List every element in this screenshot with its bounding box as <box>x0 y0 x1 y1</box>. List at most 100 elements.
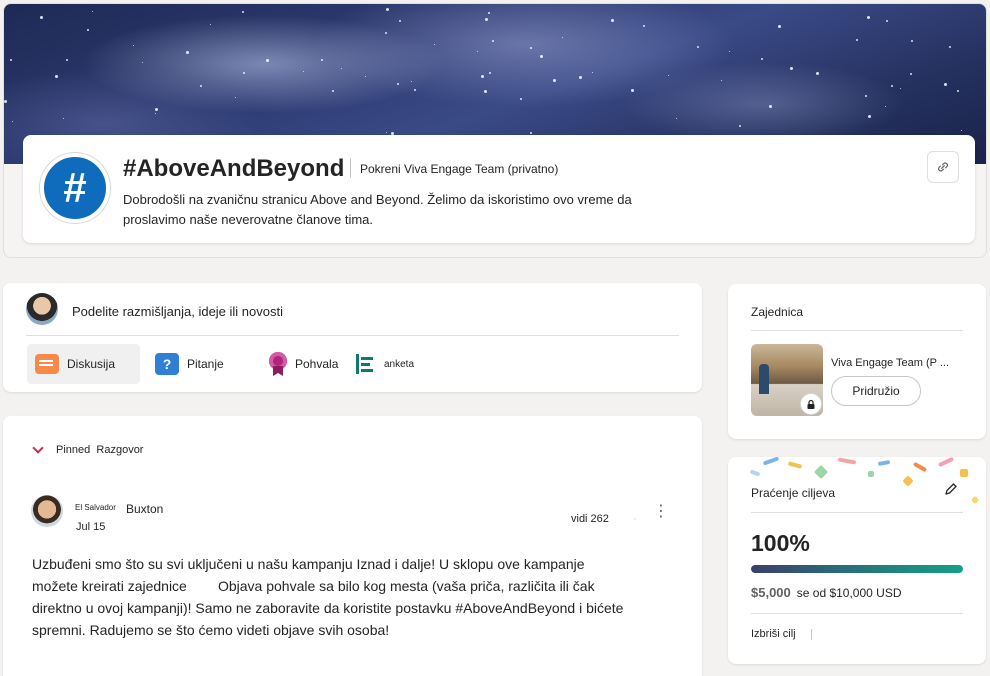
banner-star <box>266 59 269 62</box>
banner-star <box>900 88 901 89</box>
confetti-piece <box>837 457 857 465</box>
confetti-piece <box>813 464 829 480</box>
banner-star <box>411 81 412 82</box>
group-title: #AboveAndBeyond <box>123 155 345 182</box>
banner-star <box>434 44 435 45</box>
banner-star <box>721 80 722 81</box>
pencil-icon[interactable] <box>944 482 958 499</box>
banner-star <box>944 83 947 86</box>
banner-star <box>386 8 389 11</box>
confetti-piece <box>902 475 914 487</box>
delete-goal-link[interactable]: Izbriši cilj <box>751 628 796 640</box>
post-body: Uzbuđeni smo što su svi uključeni u našu… <box>32 556 628 638</box>
hash-icon: # <box>63 164 87 211</box>
banner-star <box>133 45 134 46</box>
post-type-discussion[interactable]: Diskusija <box>27 344 140 384</box>
banner-star <box>778 25 781 28</box>
post-type-label: Pitanje <box>187 357 224 371</box>
conversation-feed: Pinned Razgovor El Salvador Buxton Jul 1… <box>3 416 702 676</box>
chevron-down-icon[interactable] <box>32 442 44 454</box>
joined-button[interactable]: Pridružio <box>831 376 921 406</box>
banner-star <box>562 37 563 38</box>
goal-progress-fill <box>751 565 963 573</box>
pinned-label: Pinned <box>56 444 91 456</box>
discussion-icon <box>35 354 59 374</box>
question-icon: ? <box>155 353 179 375</box>
banner-star <box>530 132 532 134</box>
banner-star <box>200 85 202 87</box>
banner-star <box>769 105 772 108</box>
banner-star <box>856 39 858 41</box>
goal-divider-bottom <box>751 613 963 614</box>
banner-star <box>910 73 912 75</box>
group-header-card: # #AboveAndBeyond Pokreni Viva Engage Te… <box>23 135 975 243</box>
banner-star <box>885 106 886 107</box>
praise-icon <box>269 352 287 376</box>
banner-star <box>868 115 871 118</box>
confetti-piece <box>912 461 928 473</box>
title-divider <box>350 158 351 178</box>
banner-star <box>816 72 819 75</box>
banner-star <box>739 125 741 127</box>
group-subtitle[interactable]: Pokreni Viva Engage Team (privatno) <box>360 162 558 176</box>
banner-star <box>155 108 158 111</box>
banner-star <box>243 72 245 74</box>
banner-star <box>142 62 143 63</box>
banner-star <box>643 25 645 27</box>
banner-star <box>87 29 89 31</box>
banner-star <box>399 20 401 22</box>
delete-divider <box>811 629 812 640</box>
composer-divider <box>26 335 679 336</box>
community-name[interactable]: Viva Engage Team (P ... <box>831 357 949 369</box>
composer-input[interactable]: Podelite razmišljanja, ideje ili novosti <box>72 304 283 319</box>
banner-star <box>477 51 478 52</box>
banner-star <box>365 76 366 77</box>
banner-star <box>761 58 763 60</box>
banner-star <box>592 72 593 73</box>
banner-star <box>235 97 236 98</box>
banner-star <box>520 98 522 100</box>
author-avatar[interactable] <box>31 495 63 527</box>
post-type-poll[interactable]: anketa <box>356 344 414 384</box>
current-user-avatar[interactable] <box>26 293 58 325</box>
post-type-praise[interactable]: Pohvala <box>269 344 338 384</box>
banner-star <box>4 100 7 103</box>
banner-star <box>63 118 64 119</box>
confetti-piece <box>762 457 780 466</box>
goal-progress-bar <box>751 565 963 573</box>
post-date[interactable]: Jul 15 <box>76 521 105 533</box>
author-name[interactable]: Buxton <box>126 502 163 516</box>
view-count: vidi 262 <box>571 513 609 525</box>
banner-star <box>949 46 951 48</box>
group-banner: # #AboveAndBeyond Pokreni Viva Engage Te… <box>3 3 987 258</box>
banner-star <box>886 20 888 22</box>
confetti-piece <box>960 469 968 477</box>
banner-star <box>553 79 556 82</box>
banner-star <box>332 90 334 92</box>
pinned-header[interactable]: Pinned Razgovor <box>56 444 143 456</box>
banner-star <box>488 12 490 14</box>
banner-star <box>155 113 156 114</box>
banner-star <box>397 83 399 85</box>
community-divider <box>751 330 963 331</box>
community-card: Zajednica Viva Engage Team (P ... Pridru… <box>728 284 986 439</box>
goal-raised: $5,000 <box>751 585 791 600</box>
banner-star <box>790 67 793 70</box>
banner-star <box>492 40 494 42</box>
link-icon <box>938 162 948 172</box>
goal-title: Praćenje ciljeva <box>751 486 836 500</box>
goal-target: se od $10,000 USD <box>796 586 902 600</box>
conversation-label: Razgovor <box>96 444 144 456</box>
banner-star <box>92 11 93 12</box>
confetti-piece <box>787 461 803 469</box>
community-title: Zajednica <box>751 305 804 319</box>
copy-link-button[interactable] <box>927 151 959 183</box>
banner-star <box>729 51 730 52</box>
banner-star <box>242 11 244 13</box>
post-type-question[interactable]: ? Pitanje <box>155 344 224 384</box>
confetti-piece <box>868 471 874 477</box>
banner-star <box>12 121 13 122</box>
more-options-icon[interactable]: ⋮ <box>653 504 669 520</box>
banner-star <box>55 75 58 78</box>
post-composer: Podelite razmišljanja, ideje ili novosti… <box>3 283 702 392</box>
